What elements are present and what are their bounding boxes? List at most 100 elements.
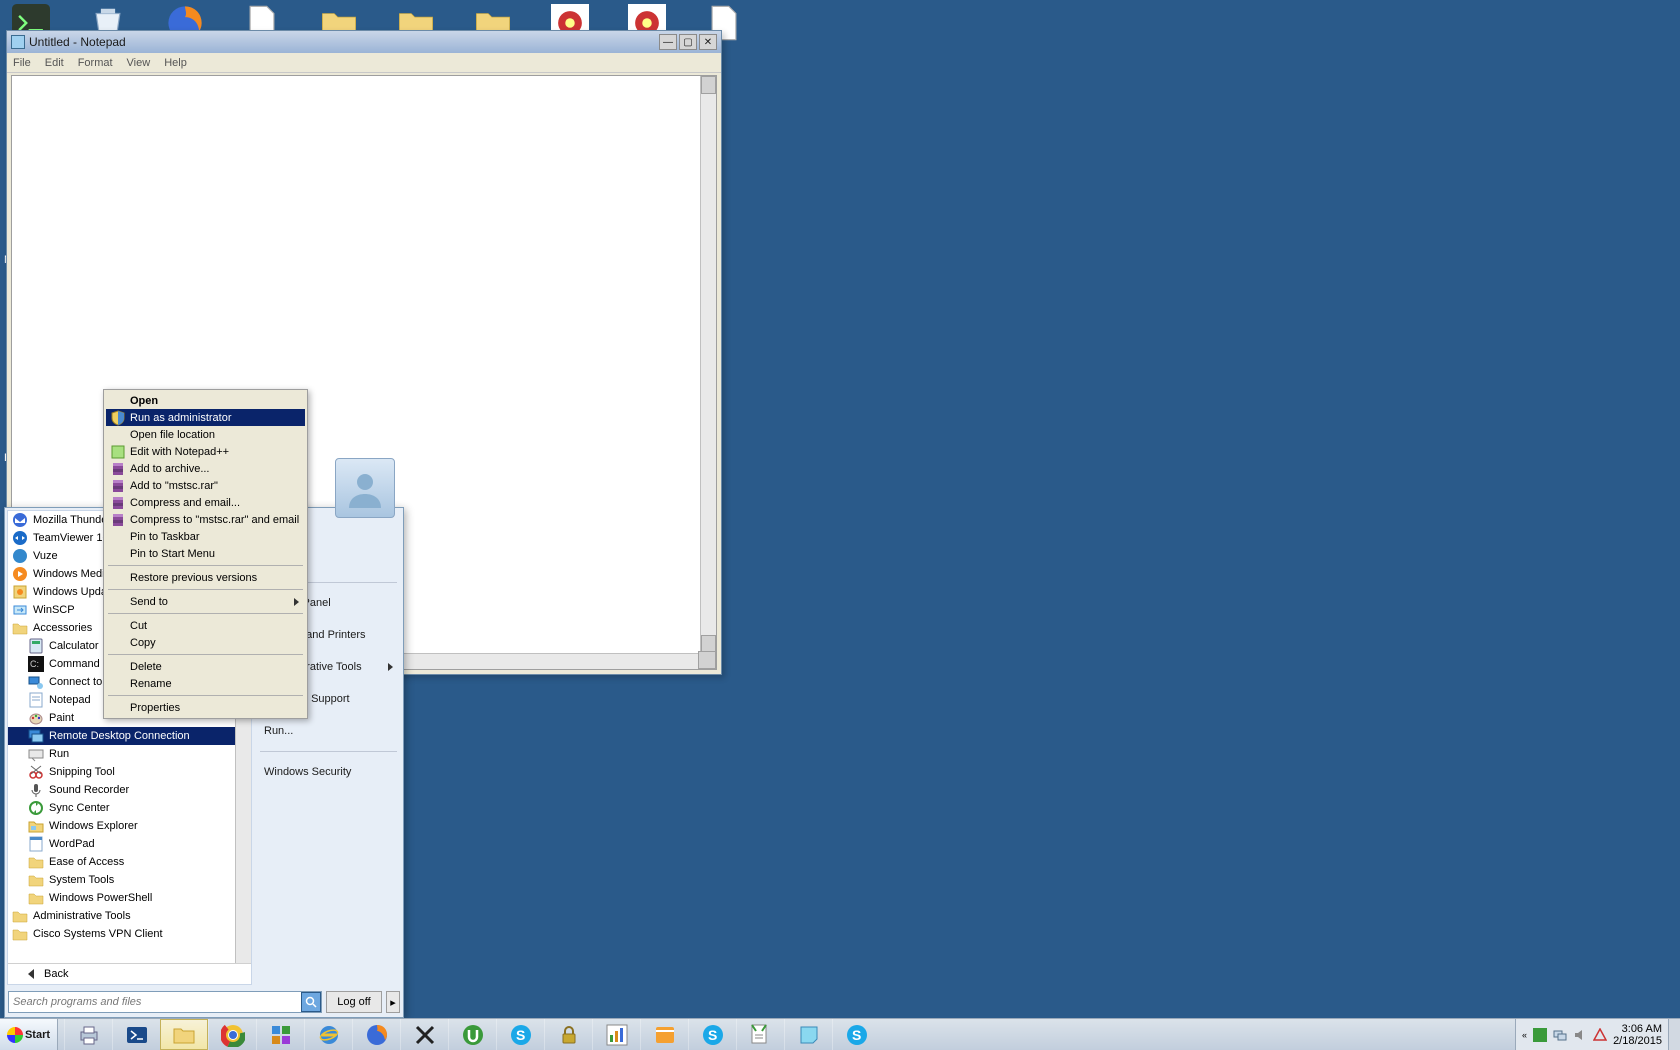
start-menu-item-label: Paint: [49, 712, 74, 724]
start-menu-right-run-[interactable]: Run...: [254, 715, 403, 747]
rar-icon: [110, 495, 126, 511]
logoff-button[interactable]: Log off: [326, 991, 382, 1013]
wmp-icon: [12, 566, 28, 582]
taskbar-skype2[interactable]: S: [688, 1019, 736, 1050]
context-menu-compress-and-email-[interactable]: Compress and email...: [106, 494, 305, 511]
taskbar-ie[interactable]: [304, 1019, 352, 1050]
show-desktop-button[interactable]: [1668, 1019, 1680, 1050]
start-button[interactable]: Start: [0, 1019, 58, 1050]
start-menu-item-run[interactable]: Run: [8, 745, 235, 763]
start-menu-item-label: Administrative Tools: [33, 910, 131, 922]
calc-icon: [28, 638, 44, 654]
close-button[interactable]: ✕: [699, 34, 717, 50]
taskbar-tiles[interactable]: [256, 1019, 304, 1050]
menu-edit[interactable]: Edit: [45, 57, 64, 69]
explorer-icon: [28, 818, 44, 834]
winscp-icon: [12, 602, 28, 618]
context-menu-add-to-archive-[interactable]: Add to archive...: [106, 460, 305, 477]
context-menu-add-to-mstsc-rar-[interactable]: Add to "mstsc.rar": [106, 477, 305, 494]
context-menu-copy[interactable]: Copy: [106, 634, 305, 651]
context-menu-separator: [108, 589, 303, 590]
taskbar-notepadpp[interactable]: [736, 1019, 784, 1050]
context-menu-send-to[interactable]: Send to: [106, 593, 305, 610]
start-menu-item-sync-center[interactable]: Sync Center: [8, 799, 235, 817]
context-menu-rename[interactable]: Rename: [106, 675, 305, 692]
taskbar-sticky[interactable]: [784, 1019, 832, 1050]
context-menu-open[interactable]: Open: [106, 392, 305, 409]
context-menu-cut[interactable]: Cut: [106, 617, 305, 634]
context-menu-restore-previous-versions[interactable]: Restore previous versions: [106, 569, 305, 586]
menu-help[interactable]: Help: [164, 57, 187, 69]
context-menu-properties[interactable]: Properties: [106, 699, 305, 716]
taskbar-powershell[interactable]: [112, 1019, 160, 1050]
start-menu-item-label: Run: [49, 748, 69, 760]
back-arrow-icon: [28, 969, 34, 979]
start-menu-item-system-tools[interactable]: System Tools: [8, 871, 235, 889]
logoff-options-button[interactable]: ▸: [386, 991, 400, 1013]
start-menu-item-windows-explorer[interactable]: Windows Explorer: [8, 817, 235, 835]
notepad-titlebar[interactable]: Untitled - Notepad — ▢ ✕: [7, 31, 721, 53]
search-input[interactable]: Search programs and files: [8, 991, 322, 1013]
start-menu-separator: [260, 751, 397, 752]
context-menu-pin-to-start-menu[interactable]: Pin to Start Menu: [106, 545, 305, 562]
context-menu-pin-to-taskbar[interactable]: Pin to Taskbar: [106, 528, 305, 545]
start-menu-back[interactable]: Back: [8, 963, 251, 984]
maximize-button[interactable]: ▢: [679, 34, 697, 50]
taskbar-explorer[interactable]: [160, 1019, 208, 1050]
taskbar-clock[interactable]: 3:06 AM 2/18/2015: [1613, 1023, 1662, 1047]
wordpad-icon: [28, 836, 44, 852]
tray-status-icon[interactable]: [1533, 1028, 1547, 1042]
start-menu-item-windows-powershell[interactable]: Windows PowerShell: [8, 889, 235, 907]
search-icon[interactable]: [301, 992, 321, 1012]
taskbar: Start S S S « 3:06 AM 2/18/2015: [0, 1018, 1680, 1050]
context-menu-open-file-location[interactable]: Open file location: [106, 426, 305, 443]
start-menu-item-administrative-tools[interactable]: Administrative Tools: [8, 907, 235, 925]
context-menu-edit-with-notepad-[interactable]: Edit with Notepad++: [106, 443, 305, 460]
menu-file[interactable]: File: [13, 57, 31, 69]
taskbar-firefox[interactable]: [352, 1019, 400, 1050]
rar-icon: [110, 461, 126, 477]
start-menu-item-snipping-tool[interactable]: Snipping Tool: [8, 763, 235, 781]
taskbar-chart[interactable]: [592, 1019, 640, 1050]
taskbar-xlaunch[interactable]: [400, 1019, 448, 1050]
start-menu-item-label: Notepad: [49, 694, 91, 706]
start-menu-item-sound-recorder[interactable]: Sound Recorder: [8, 781, 235, 799]
start-menu-item-cisco-systems-vpn-client[interactable]: Cisco Systems VPN Client: [8, 925, 235, 943]
folder-icon: [28, 890, 44, 906]
context-menu-separator: [108, 565, 303, 566]
scrollbar-vertical[interactable]: [700, 76, 716, 653]
notepad-icon: [28, 692, 44, 708]
start-menu-item-wordpad[interactable]: WordPad: [8, 835, 235, 853]
start-menu-right-windows-security[interactable]: Windows Security: [254, 756, 403, 788]
start-menu-item-remote-desktop-connection[interactable]: Remote Desktop Connection: [8, 727, 235, 745]
context-menu-run-as-administrator[interactable]: Run as administrator: [106, 409, 305, 426]
tray-action-center-icon[interactable]: [1593, 1028, 1607, 1042]
taskbar-chrome[interactable]: [208, 1019, 256, 1050]
start-menu-item-label: Sound Recorder: [49, 784, 129, 796]
taskbar-skype1[interactable]: S: [496, 1019, 544, 1050]
context-menu-separator: [108, 695, 303, 696]
taskbar-lock[interactable]: [544, 1019, 592, 1050]
folder-icon: [28, 854, 44, 870]
start-menu-item-ease-of-access[interactable]: Ease of Access: [8, 853, 235, 871]
tray-volume-icon[interactable]: [1573, 1028, 1587, 1042]
tray-expand-icon[interactable]: «: [1522, 1030, 1527, 1040]
user-avatar[interactable]: [335, 458, 395, 518]
menu-view[interactable]: View: [127, 57, 151, 69]
taskbar-skype3[interactable]: S: [832, 1019, 880, 1050]
start-menu-item-label: Vuze: [33, 550, 58, 562]
connect-icon: [28, 674, 44, 690]
taskbar-outlook[interactable]: [640, 1019, 688, 1050]
rar-icon: [110, 512, 126, 528]
vuze-icon: [12, 548, 28, 564]
start-menu-item-label: Windows Explorer: [49, 820, 138, 832]
taskbar-utorrent[interactable]: [448, 1019, 496, 1050]
folder-icon: [12, 926, 28, 942]
menu-format[interactable]: Format: [78, 57, 113, 69]
context-menu-compress-to-mstsc-rar-and-email[interactable]: Compress to "mstsc.rar" and email: [106, 511, 305, 528]
minimize-button[interactable]: —: [659, 34, 677, 50]
taskbar-printer[interactable]: [64, 1019, 112, 1050]
tray-network-icon[interactable]: [1553, 1028, 1567, 1042]
folder-icon: [12, 620, 28, 636]
context-menu-delete[interactable]: Delete: [106, 658, 305, 675]
